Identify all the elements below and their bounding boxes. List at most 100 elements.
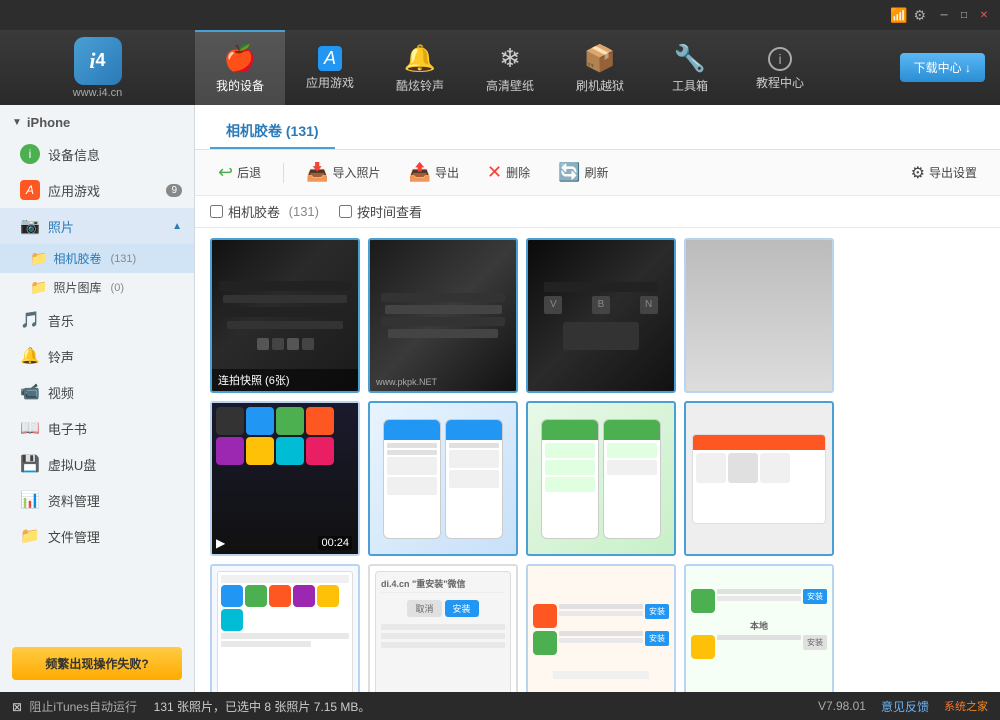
ringtones-sidebar-label: 铃声 — [48, 347, 74, 366]
version-label: V7.98.01 — [818, 699, 866, 713]
nav-tab-tutorial[interactable]: i 教程中心 — [735, 30, 825, 105]
tutorial-tab-icon: i — [768, 47, 792, 71]
import-button[interactable]: 📥 导入照片 — [298, 158, 388, 187]
status-text: 131 张照片，已选中 8 张照片 7.15 MB。 — [154, 700, 371, 714]
udisk-sidebar-icon: 💾 — [20, 454, 40, 474]
info-icon: i — [20, 144, 40, 164]
export-button[interactable]: 📤 导出 — [401, 158, 467, 187]
photo-item[interactable]: 安装 本地 安装 — [684, 564, 834, 692]
camera-roll-filter[interactable]: 相机胶卷 (131) — [210, 202, 319, 221]
music-sidebar-label: 音乐 — [48, 311, 74, 330]
minimize-button[interactable]: ─ — [936, 7, 952, 23]
nav-tab-jailbreak[interactable]: 📦 刷机越狱 — [555, 30, 645, 105]
sidebar-sub-photo-library[interactable]: 📁 照片图库 (0) — [0, 273, 194, 302]
apps-tab-icon: A — [318, 46, 342, 71]
photos-expand-icon: ▲ — [172, 221, 182, 232]
delete-label: 删除 — [506, 164, 530, 181]
nav-tab-ringtones[interactable]: 🔔 酷炫铃声 — [375, 30, 465, 105]
photo-item[interactable] — [684, 401, 834, 556]
music-sidebar-icon: 🎵 — [20, 310, 40, 330]
photo-item[interactable]: ▶ 00:24 — [210, 401, 360, 556]
nav-tab-wallpaper[interactable]: ❄ 高清壁纸 — [465, 30, 555, 105]
photo-item[interactable]: V B N — [526, 238, 676, 393]
sidebar-item-ringtones[interactable]: 🔔 铃声 — [0, 338, 194, 374]
photos-sidebar-icon: 📷 — [20, 216, 40, 236]
photo-item[interactable]: di.4.cn "重安装"微信 取消 安装 — [368, 564, 518, 692]
nav-tab-apps[interactable]: A 应用游戏 — [285, 30, 375, 105]
toolbox-tab-label: 工具箱 — [672, 77, 708, 94]
camera-roll-checkbox[interactable] — [210, 205, 223, 218]
gear-icon[interactable]: ⚙ — [913, 7, 926, 24]
photo-thumbnail — [370, 240, 516, 391]
app-logo: i4 — [74, 37, 122, 85]
sidebar: ▼ iPhone i 设备信息 A 应用游戏 9 📷 照片 ▲ 📁 相机胶卷 (… — [0, 105, 195, 692]
folder-icon: 📁 — [30, 250, 47, 267]
video-duration: 00:24 — [318, 536, 352, 550]
ringtones-sidebar-icon: 🔔 — [20, 346, 40, 366]
content-area: 相机胶卷 (131) ↩ 后退 📥 导入照片 📤 导出 ✕ 删除 🔄 — [195, 105, 1000, 692]
photo-item[interactable]: 连拍快照 (6张) — [210, 238, 360, 393]
photo-item[interactable] — [368, 401, 518, 556]
apps-badge: 9 — [166, 184, 182, 197]
camera-roll-filter-label: 相机胶卷 — [228, 202, 280, 221]
sidebar-item-music[interactable]: 🎵 音乐 — [0, 302, 194, 338]
video-sidebar-label: 视频 — [48, 383, 74, 402]
sidebar-sub-camera-roll[interactable]: 📁 相机胶卷 (131) — [0, 244, 194, 273]
ebook-sidebar-label: 电子书 — [48, 419, 87, 438]
camera-roll-label: 相机胶卷 — [53, 250, 101, 267]
export-settings-button[interactable]: ⚙ 导出设置 — [903, 159, 985, 187]
close-button[interactable]: ✕ — [976, 7, 992, 23]
photos-sidebar-label: 照片 — [48, 217, 74, 236]
by-time-filter-label: 按时间查看 — [357, 202, 422, 221]
by-time-filter[interactable]: 按时间查看 — [339, 202, 422, 221]
logo-url: www.i4.cn — [73, 87, 123, 99]
photo-thumbnail — [370, 403, 516, 554]
sidebar-item-device-info[interactable]: i 设备信息 — [0, 136, 194, 172]
photo-item[interactable] — [210, 564, 360, 692]
nav-tab-device[interactable]: 🍎 我的设备 — [195, 30, 285, 105]
sidebar-item-apps[interactable]: A 应用游戏 9 — [0, 172, 194, 208]
photo-item[interactable] — [526, 401, 676, 556]
refresh-button[interactable]: 🔄 刷新 — [550, 158, 616, 187]
sidebar-item-ebook[interactable]: 📖 电子书 — [0, 410, 194, 446]
back-label: 后退 — [237, 164, 261, 181]
itunes-label[interactable]: 阻止iTunes自动运行 — [29, 700, 137, 714]
photo-thumbnail — [528, 403, 674, 554]
sidebar-item-file-mgr[interactable]: 📁 文件管理 — [0, 518, 194, 554]
photo-item[interactable]: www.pkpk.NET — [368, 238, 518, 393]
feedback-button[interactable]: 意见反馈 — [881, 698, 929, 715]
photo-item[interactable] — [684, 238, 834, 393]
itunes-icon: ⊠ — [12, 700, 22, 714]
freq-fail-button[interactable]: 频繁出现操作失败? — [12, 647, 182, 680]
sidebar-item-photos[interactable]: 📷 照片 ▲ — [0, 208, 194, 244]
photo-item[interactable]: 安装 安装 — [526, 564, 676, 692]
maximize-button[interactable]: □ — [956, 7, 972, 23]
header: i4 www.i4.cn 🍎 我的设备 A 应用游戏 🔔 酷炫铃声 ❄ 高清壁纸… — [0, 30, 1000, 105]
photo-thumbnail: 安装 本地 安装 — [686, 566, 832, 692]
data-mgr-sidebar-label: 资料管理 — [48, 491, 100, 510]
back-button[interactable]: ↩ 后退 — [210, 158, 269, 187]
device-info-label: 设备信息 — [48, 145, 100, 164]
ebook-sidebar-icon: 📖 — [20, 418, 40, 438]
delete-button[interactable]: ✕ 删除 — [479, 158, 538, 187]
download-button[interactable]: 下载中心 ↓ — [900, 53, 985, 82]
titlebar: 📶 ⚙ ─ □ ✕ — [0, 0, 1000, 30]
filter-bar: 相机胶卷 (131) 按时间查看 — [195, 196, 1000, 228]
main-area: ▼ iPhone i 设备信息 A 应用游戏 9 📷 照片 ▲ 📁 相机胶卷 (… — [0, 105, 1000, 692]
photo-thumbnail — [686, 240, 832, 391]
sidebar-item-udisk[interactable]: 💾 虚拟U盘 — [0, 446, 194, 482]
burst-label: 连拍快照 (6张) — [218, 372, 290, 388]
nav-tab-toolbox[interactable]: 🔧 工具箱 — [645, 30, 735, 105]
settings-icon: ⚙ — [911, 163, 925, 183]
status-right: V7.98.01 意见反馈 系统之家 — [818, 698, 988, 715]
by-time-checkbox[interactable] — [339, 205, 352, 218]
sidebar-item-video[interactable]: 📹 视频 — [0, 374, 194, 410]
ringtones-tab-label: 酷炫铃声 — [396, 77, 444, 94]
back-icon: ↩ — [218, 162, 233, 183]
camera-roll-tab[interactable]: 相机胶卷 (131) — [210, 115, 335, 149]
photo-thumbnail: 安装 安装 — [528, 566, 674, 692]
photo-thumbnail — [212, 566, 358, 692]
video-sidebar-icon: 📹 — [20, 382, 40, 402]
sidebar-item-data-mgr[interactable]: 📊 资料管理 — [0, 482, 194, 518]
photo-thumbnail: V B N — [528, 240, 674, 391]
